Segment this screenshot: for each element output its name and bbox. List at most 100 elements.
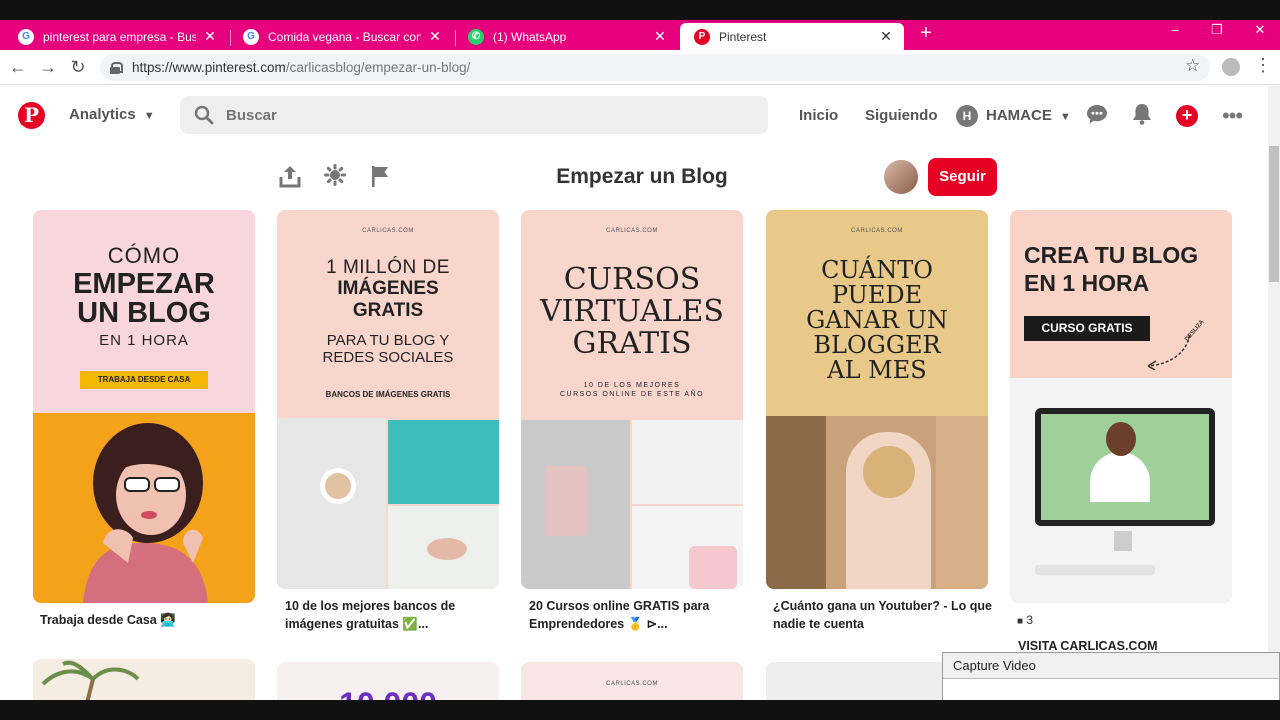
pin-text: AL MES <box>827 356 927 384</box>
search-input[interactable] <box>226 106 726 124</box>
url-path: /carlicasblog/empezar-un-blog/ <box>285 60 471 75</box>
browser-toolbar: ← → ↻ https://www.pinterest.com/carlicas… <box>0 50 1280 85</box>
browser-tab-strip: G pinterest para empresa - Buscar con Go… <box>0 20 1280 50</box>
close-icon[interactable]: ✕ <box>652 28 668 45</box>
address-bar[interactable]: https://www.pinterest.com/carlicasblog/e… <box>100 54 1210 81</box>
window-close-icon[interactable]: ✕ <box>1250 22 1270 38</box>
pin-text: VIRTUALES <box>540 294 724 329</box>
search-bar[interactable] <box>180 96 768 134</box>
google-icon: G <box>18 28 34 45</box>
repin-icon: ■ <box>1017 616 1024 627</box>
pin-brand: CARLICAS.COM <box>606 681 658 687</box>
photo-detail <box>320 468 356 504</box>
tab-pinterest-empresa[interactable]: G pinterest para empresa - Buscar con Go… <box>4 23 228 50</box>
pin-text: CREA TU BLOG <box>1024 242 1199 268</box>
browser-menu-icon[interactable]: ⋮ <box>1254 55 1272 76</box>
pin-text: BLOGGER <box>813 331 941 359</box>
pin-text: GRATIS <box>352 300 424 321</box>
home-link[interactable]: Inicio <box>799 107 838 124</box>
pin-brand: CARLICAS.COM <box>362 228 414 234</box>
pin-text: GRATIS <box>572 326 692 361</box>
photo-keyboard <box>1035 565 1155 575</box>
pin-caption[interactable]: 20 Cursos online GRATIS para Emprendedor… <box>529 597 751 633</box>
pin-text: UN BLOG <box>77 297 211 329</box>
following-link[interactable]: Siguiendo <box>865 107 938 124</box>
minimize-icon[interactable]: – <box>1165 22 1185 37</box>
photo-detail <box>689 546 737 589</box>
pinterest-logo-icon[interactable]: P <box>18 102 45 129</box>
pin-text: PARA TU BLOG Y <box>326 332 450 349</box>
photo-detail <box>545 466 587 536</box>
search-icon <box>194 105 214 125</box>
pin-text: EN 1 HORA <box>1024 270 1150 296</box>
more-options-icon[interactable]: ••• <box>1219 103 1245 129</box>
pin-card[interactable]: CARLICAS.COM CUÁNTO PUEDE GANAR UN BLOGG… <box>766 210 988 589</box>
photo-pool <box>388 420 499 504</box>
restore-icon[interactable]: ❐ <box>1207 22 1227 38</box>
photo-white-desk <box>277 418 386 589</box>
dashed-arrow-icon <box>1147 334 1191 370</box>
url-host: https://www.pinterest.com <box>132 60 286 75</box>
analytics-menu[interactable]: Analytics ▼ <box>69 106 155 123</box>
forward-icon[interactable]: → <box>37 56 59 78</box>
photo-detail <box>427 538 467 560</box>
board-owner-avatar[interactable] <box>882 158 920 196</box>
tab-pinterest[interactable]: P Pinterest ✕ <box>680 23 904 50</box>
pin-text: PUEDE <box>831 281 923 309</box>
lock-icon <box>110 61 123 74</box>
pin-card[interactable]: CREA TU BLOG EN 1 HORA CURSO GRATIS DESL… <box>1010 210 1232 603</box>
board-title: Empezar un Blog <box>556 165 728 188</box>
pin-card[interactable]: CARLICAS.COM CURSOS VIRTUALES GRATIS 10 … <box>521 210 743 589</box>
pin-card[interactable]: CARLICAS.COM 1 MILLÓN DE IMÁGENES GRATIS… <box>277 210 499 589</box>
pin-text: BANCOS DE IMÁGENES GRATIS <box>325 390 451 399</box>
pin-text: CUÁNTO <box>821 256 933 284</box>
close-icon[interactable]: ✕ <box>427 28 443 45</box>
pinterest-header: P Analytics▼ Inicio Siguiendo H HAMACE▼ … <box>0 86 1268 146</box>
new-tab-button[interactable]: + <box>916 22 936 44</box>
bookmark-star-icon[interactable]: ☆ <box>1185 56 1200 76</box>
pin-text: GANAR UN <box>806 306 948 334</box>
pin-caption[interactable]: ¿Cuánto gana un Youtuber? - Lo que nadie… <box>773 597 995 633</box>
user-name-menu[interactable]: HAMACE ▼ <box>986 107 1071 124</box>
close-icon[interactable]: ✕ <box>202 28 218 45</box>
reload-icon[interactable]: ↻ <box>67 56 89 78</box>
pin-badge: CURSO GRATIS <box>1024 316 1150 341</box>
close-icon[interactable]: ✕ <box>878 28 894 45</box>
photo-detail <box>1106 422 1136 456</box>
profile-icon[interactable] <box>1222 58 1240 76</box>
create-plus-button[interactable]: + <box>1176 105 1198 127</box>
pin-text: CURSOS <box>563 262 701 297</box>
pin-text: CÓMO <box>107 243 181 268</box>
screen: G pinterest para empresa - Buscar con Go… <box>0 0 1280 720</box>
whatsapp-icon: ✆ <box>468 28 484 45</box>
photo-straw-hat <box>863 446 915 498</box>
pin-text: CURSOS ONLINE DE ESTE AÑO <box>559 391 705 398</box>
pin-brand: CARLICAS.COM <box>851 228 903 234</box>
photo-detail <box>766 416 826 589</box>
follow-button[interactable]: Seguir <box>928 158 997 196</box>
pin-text: 1 MILLÓN DE <box>326 257 450 278</box>
user-avatar[interactable]: H <box>956 105 978 127</box>
woman-illustration-icon <box>83 423 208 603</box>
pin-caption[interactable]: 10 de los mejores bancos de imágenes gra… <box>285 597 507 633</box>
photo-detail <box>936 416 988 589</box>
letterbox-top <box>0 0 1280 20</box>
tab-comida-vegana[interactable]: G Comida vegana - Buscar con Google ✕ <box>229 23 453 50</box>
pin-text: REDES SOCIALES <box>322 349 454 366</box>
pin-caption[interactable]: Trabaja desde Casa 👩🏻‍💻 <box>40 611 262 629</box>
pin-text: 10 DE LOS MEJORES <box>583 382 681 389</box>
chevron-down-icon: ▼ <box>1059 111 1071 123</box>
back-icon[interactable]: ← <box>7 56 29 78</box>
photo-detail <box>1114 531 1132 551</box>
tab-whatsapp[interactable]: ✆ (1) WhatsApp ✕ <box>454 23 678 50</box>
pin-brand: CARLICAS.COM <box>606 228 658 234</box>
pin-card[interactable]: CÓMO EMPEZAR UN BLOG EN 1 HORA TRABAJA D… <box>33 210 255 603</box>
pin-repin-count: ■ 3 <box>1017 613 1034 627</box>
pin-badge: TRABAJA DESDE CASA <box>80 371 208 389</box>
notifications-bell-icon[interactable] <box>1129 103 1155 129</box>
pin-text: EN 1 HORA <box>99 332 189 349</box>
messages-icon[interactable] <box>1084 103 1110 129</box>
capture-video-title: Capture Video <box>943 653 1279 679</box>
pinterest-icon: P <box>694 28 710 45</box>
pin-text: IMÁGENES <box>337 278 439 299</box>
